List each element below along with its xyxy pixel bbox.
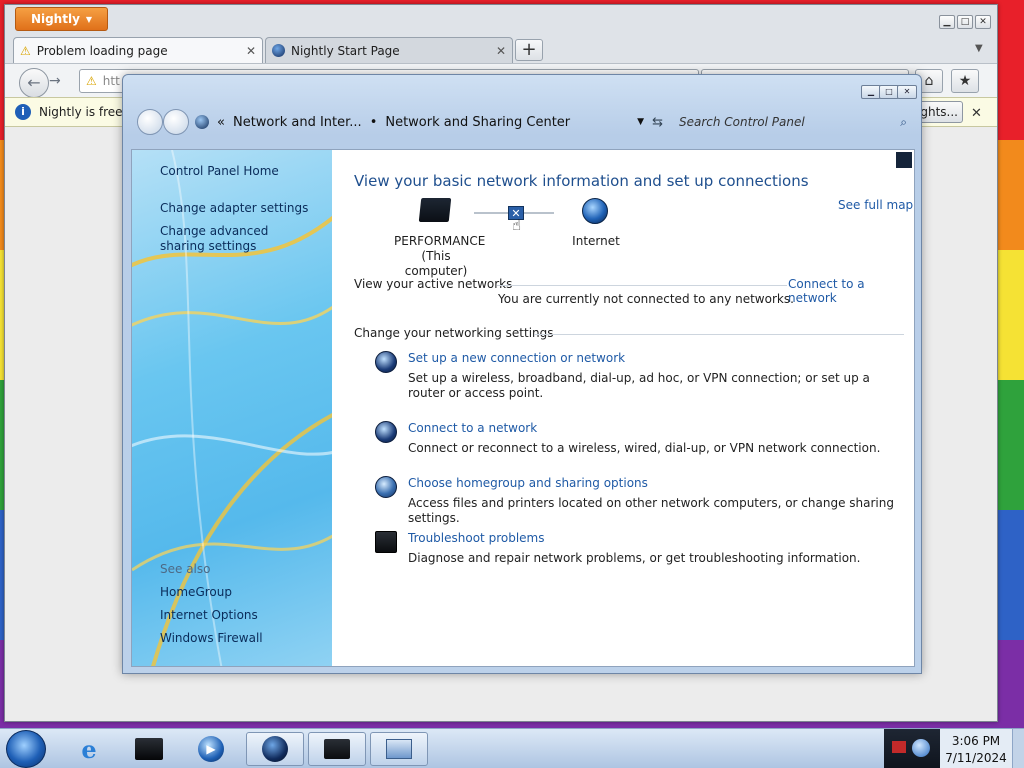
breadcrumb-current[interactable]: Network and Sharing Center	[385, 115, 570, 130]
taskbar-control-panel-button[interactable]	[370, 732, 428, 766]
cp-minimize-button[interactable]: ▁	[861, 85, 881, 99]
breadcrumb-separator-icon: •	[369, 114, 378, 130]
taskbar-media-center-button[interactable]	[120, 732, 178, 766]
task-homegroup-desc: Access files and printers located on oth…	[408, 496, 894, 525]
cp-close-button[interactable]: ✕	[897, 85, 917, 99]
connect-to-network-link[interactable]: Connect to a network	[788, 277, 914, 305]
chevron-down-icon[interactable]: ▼	[637, 117, 644, 127]
search-icon[interactable]: ⌕	[900, 115, 907, 130]
taskbar-media-player-button[interactable]: ▶	[182, 732, 240, 766]
cp-forward-button[interactable]	[163, 109, 189, 135]
nightly-menu-label: Nightly	[30, 12, 80, 26]
network-globe-icon	[375, 421, 397, 443]
network-globe-icon	[375, 351, 397, 373]
tab-problem-loading[interactable]: ⚠ Problem loading page ✕	[13, 37, 263, 63]
task-troubleshoot-desc: Diagnose and repair network problems, or…	[408, 551, 861, 565]
cp-main-panel: View your basic network information and …	[332, 150, 914, 666]
warning-icon: ⚠	[86, 74, 97, 88]
page-title: View your basic network information and …	[354, 172, 809, 190]
network-monitor-icon	[324, 739, 350, 759]
sidebar-item-windows-firewall[interactable]: Windows Firewall	[160, 631, 263, 646]
sidebar-item-change-adapter[interactable]: Change adapter settings	[160, 201, 308, 216]
section-divider	[534, 334, 904, 335]
task-setup-connection-link[interactable]: Set up a new connection or network	[408, 351, 625, 365]
homegroup-icon	[375, 476, 397, 498]
show-desktop-button[interactable]	[1012, 729, 1024, 768]
taskbar: e ▶ 3:06 PM 7/11/2024	[0, 728, 1024, 768]
tab-close-icon[interactable]: ✕	[246, 44, 256, 58]
ff-maximize-button[interactable]: □	[957, 15, 973, 29]
notification-close-icon[interactable]: ✕	[971, 106, 982, 121]
tab-close-icon[interactable]: ✕	[496, 44, 506, 58]
hand-cursor-icon: ☝	[512, 216, 522, 234]
nightly-globe-icon	[262, 736, 288, 762]
back-button[interactable]: ←	[19, 68, 49, 98]
task-homegroup-link[interactable]: Choose homegroup and sharing options	[408, 476, 648, 490]
computer-icon	[418, 198, 452, 222]
computer-name-label: PERFORMANCE (This computer)	[394, 234, 486, 279]
task-setup-connection-desc: Set up a wireless, broadband, dial-up, a…	[408, 371, 870, 400]
taskbar-network-button[interactable]	[308, 732, 366, 766]
breadcrumb[interactable]: « Network and Inter... • Network and Sha…	[195, 110, 663, 134]
sidebar-item-internet-options[interactable]: Internet Options	[160, 608, 258, 623]
forward-button[interactable]: →	[49, 73, 61, 89]
dropdown-arrow-icon: ▼	[85, 14, 93, 24]
control-panel-window: ▁ □ ✕ « Network and Inter... • Network a…	[122, 74, 922, 674]
clock-date: 7/11/2024	[945, 751, 1007, 765]
task-connect-network-desc: Connect or reconnect to a wireless, wire…	[408, 441, 881, 455]
not-connected-text: You are currently not connected to any n…	[498, 292, 794, 306]
warning-icon: ⚠	[20, 43, 31, 58]
see-also-heading: See also	[160, 562, 211, 576]
internet-explorer-icon: e	[81, 734, 97, 764]
clock-time: 3:06 PM	[951, 734, 1001, 748]
tab-nightly-start[interactable]: Nightly Start Page ✕	[265, 37, 513, 63]
ff-close-button[interactable]: ✕	[975, 15, 991, 29]
computer-subtitle: (This computer)	[404, 249, 468, 278]
sidebar-item-control-panel-home[interactable]: Control Panel Home	[160, 164, 279, 179]
settings-heading: Change your networking settings	[354, 326, 554, 340]
control-panel-icon	[195, 115, 209, 129]
cp-search-placeholder: Search Control Panel	[679, 115, 805, 129]
nightly-globe-icon	[272, 44, 285, 57]
cp-search-input[interactable]: Search Control Panel ⌕	[669, 110, 915, 134]
sidebar-item-advanced-sharing[interactable]: Change advanced sharing settings	[160, 224, 310, 254]
cp-back-button[interactable]	[137, 109, 163, 135]
computer-name: PERFORMANCE	[394, 234, 486, 248]
cp-content: Control Panel Home Change adapter settin…	[131, 149, 915, 667]
internet-label: Internet	[572, 234, 620, 248]
breadcrumb-parent[interactable]: Network and Inter...	[233, 115, 362, 130]
tab-title: Nightly Start Page	[291, 43, 400, 58]
ff-minimize-button[interactable]: ▁	[939, 15, 955, 29]
new-tab-button[interactable]: +	[515, 39, 543, 61]
info-icon: i	[15, 104, 31, 120]
active-networks-heading: View your active networks	[354, 277, 513, 291]
help-icon[interactable]	[896, 152, 912, 168]
see-full-map-link[interactable]: See full map	[838, 198, 913, 212]
tab-title: Problem loading page	[36, 43, 168, 58]
section-divider	[497, 285, 787, 286]
notification-text: Nightly is free a	[39, 105, 134, 119]
troubleshoot-icon	[375, 531, 397, 553]
sidebar-item-homegroup[interactable]: HomeGroup	[160, 585, 232, 600]
breadcrumb-chevron-icon: «	[217, 114, 225, 130]
task-troubleshoot-link[interactable]: Troubleshoot problems	[408, 531, 544, 545]
cp-maximize-button[interactable]: □	[879, 85, 899, 99]
media-player-icon: ▶	[198, 736, 224, 762]
nightly-menu-button[interactable]: Nightly ▼	[15, 7, 108, 31]
task-connect-network-link[interactable]: Connect to a network	[408, 421, 537, 435]
internet-globe-icon	[582, 198, 608, 224]
taskbar-ie-button[interactable]: e	[60, 732, 118, 766]
media-center-icon	[135, 738, 163, 760]
cp-sidebar: Control Panel Home Change adapter settin…	[132, 150, 332, 666]
refresh-icon[interactable]: ⇆	[652, 115, 663, 130]
taskbar-nightly-button[interactable]	[246, 732, 304, 766]
bookmarks-button[interactable]: ★	[951, 69, 979, 93]
control-panel-icon	[386, 739, 412, 759]
network-tray-icon[interactable]	[912, 739, 930, 757]
tab-list-icon[interactable]: ▼	[975, 43, 983, 54]
flag-icon[interactable]	[892, 741, 906, 753]
start-button[interactable]	[6, 730, 46, 768]
url-text: htt	[102, 74, 120, 88]
